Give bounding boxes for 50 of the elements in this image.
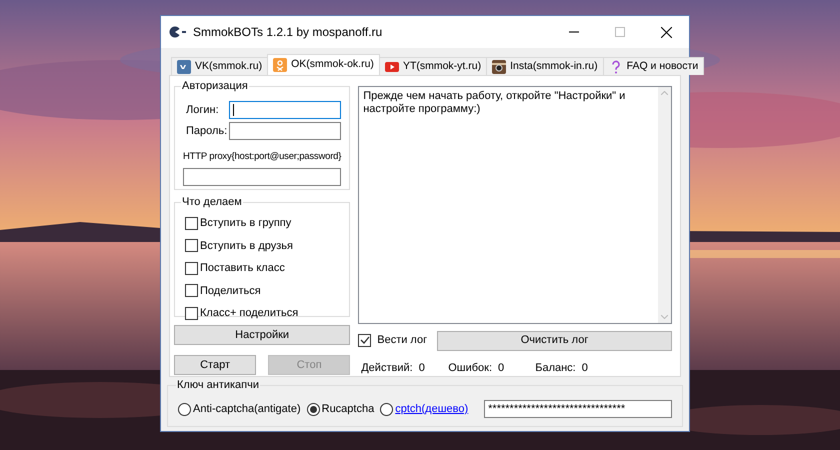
group-title: Авторизация <box>181 80 249 92</box>
input-field[interactable] <box>229 122 342 140</box>
radio-label[interactable]: Rucaptcha <box>322 400 374 418</box>
checkbox-label[interactable]: Вести лог <box>377 332 428 349</box>
radio-button[interactable] <box>178 402 191 416</box>
checkbox[interactable] <box>358 334 372 347</box>
input-field[interactable] <box>229 101 342 119</box>
checkbox[interactable] <box>185 306 198 320</box>
stat-label: Действий: <box>361 360 413 376</box>
checkbox[interactable] <box>185 262 198 275</box>
checkbox[interactable] <box>185 216 198 230</box>
tab[interactable]: Insta(smmok-in.ru) <box>486 57 604 75</box>
link[interactable]: cptch(дешево) <box>395 400 468 418</box>
tab[interactable]: OK(smmok-ok.ru) <box>267 54 380 75</box>
window-title: SmmokBOTs 1.2.1 by mospanoff.ru <box>193 24 382 41</box>
log-text: Прежде чем начать работу, откройте "Настройки" и настройте программу:) <box>362 89 626 117</box>
checkbox-label[interactable]: Вступить в группу <box>200 215 292 232</box>
field-label: Пароль: <box>185 124 228 138</box>
clear-log-button[interactable]: Очистить лог <box>437 330 672 350</box>
camera-icon <box>492 60 506 74</box>
start-button[interactable]: Старт <box>174 355 256 375</box>
input-field[interactable]: ******************************** <box>484 400 672 418</box>
ok-logo-icon <box>273 58 288 72</box>
checkbox-label[interactable]: Поделиться <box>200 282 261 299</box>
tab[interactable]: VK(smmok.ru) <box>171 57 268 75</box>
stat-value: 0 <box>582 360 588 376</box>
checkbox-label[interactable]: Вступить в друзья <box>200 238 293 254</box>
checkbox[interactable] <box>185 284 198 298</box>
stat-value: 0 <box>418 360 425 376</box>
stat-value: 0 <box>498 360 504 376</box>
group-title: Ключ антикапчи <box>176 379 260 391</box>
tab[interactable]: YT(smmok-yt.ru) <box>378 57 488 75</box>
field-label: Логин: <box>185 102 220 118</box>
tab[interactable]: FAQ и новости <box>602 57 704 75</box>
maximize-icon <box>615 27 625 37</box>
stat-label: Ошибок: <box>448 360 492 376</box>
checkbox-label[interactable]: Класс+ поделиться <box>200 305 298 322</box>
stat-label: Баланс: <box>535 360 576 376</box>
app-icon <box>169 26 187 38</box>
checkbox-label[interactable]: Поставить класс <box>200 260 285 276</box>
checkbox[interactable] <box>185 239 198 252</box>
close-icon <box>660 26 672 38</box>
settings-button[interactable]: Настройки <box>174 325 350 345</box>
play-icon <box>384 60 399 74</box>
group-title: Что делаем <box>181 196 243 208</box>
radio-label[interactable]: Anti-captcha(antigate) <box>193 400 301 418</box>
field-label: HTTP proxy{host:port@user;password} <box>183 150 342 164</box>
input-field[interactable] <box>183 168 342 186</box>
radio-button[interactable] <box>306 402 320 416</box>
radio-button[interactable] <box>380 402 394 416</box>
